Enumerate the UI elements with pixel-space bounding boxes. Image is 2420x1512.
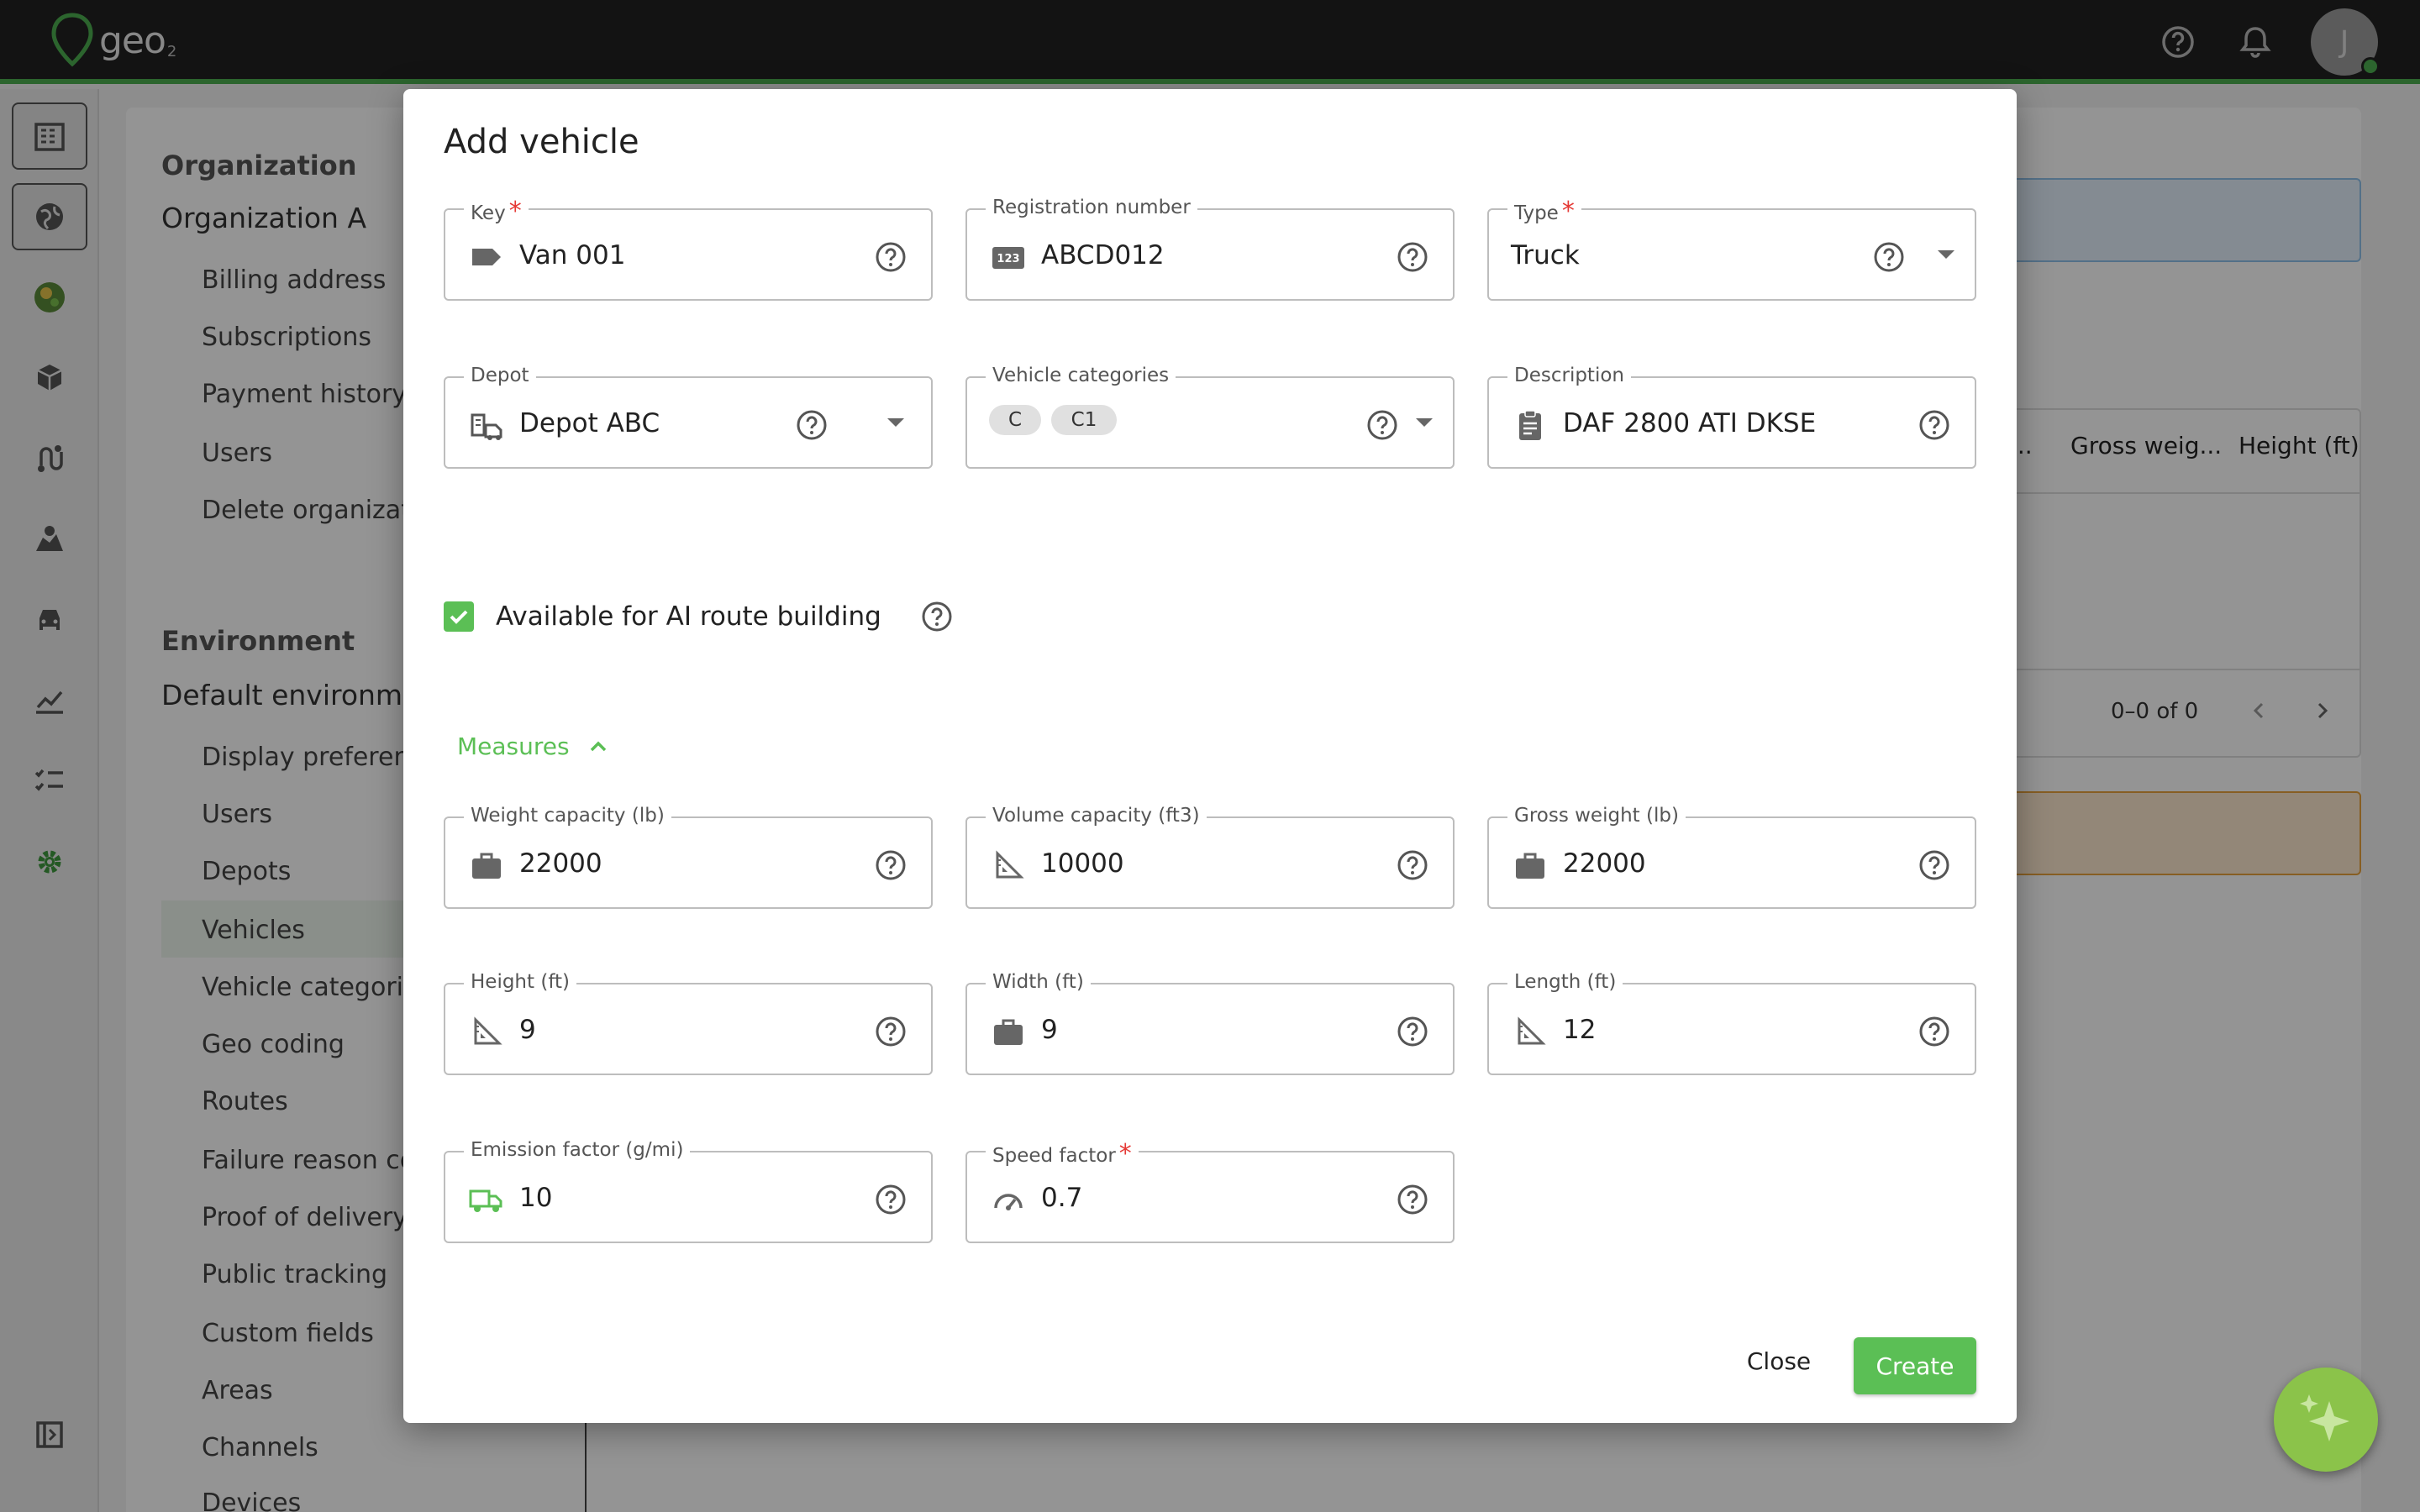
emission-factor-value: 10 (519, 1183, 553, 1213)
ai-route-building-row: Available for AI route building (444, 600, 954, 633)
warehouse-truck-icon (471, 413, 502, 440)
help-icon[interactable] (1918, 848, 1951, 882)
weight-capacity-label: Weight capacity (lb) (464, 805, 671, 827)
description-value: DAF 2800 ATI DKSE (1563, 408, 1817, 438)
registration-number-field[interactable]: Registration number 123 ABCD012 (965, 197, 1455, 301)
checkmark-icon (450, 610, 468, 624)
width-value: 9 (1041, 1015, 1058, 1045)
help-icon[interactable] (874, 848, 908, 882)
help-icon[interactable] (1918, 408, 1951, 442)
key-value: Van 001 (519, 240, 626, 270)
speedometer-icon (994, 1194, 1023, 1210)
briefcase-icon (472, 853, 501, 879)
weight-capacity-value: 22000 (519, 848, 602, 879)
svg-text:123: 123 (997, 253, 1019, 265)
weight-capacity-field[interactable]: Weight capacity (lb) 22000 (444, 805, 933, 909)
close-button[interactable]: Close (1739, 1337, 1818, 1384)
help-icon[interactable] (920, 600, 954, 633)
width-label: Width (ft) (986, 971, 1091, 993)
speed-factor-label: Speed factor * (986, 1139, 1139, 1168)
key-label: Key * (464, 197, 529, 226)
registration-number-label: Registration number (986, 197, 1197, 218)
chevron-up-icon (590, 741, 606, 751)
briefcase-icon (994, 1019, 1023, 1045)
depot-label: Depot (464, 365, 536, 386)
ai-route-building-label[interactable]: Available for AI route building (496, 601, 881, 632)
required-asterisk: * (508, 197, 522, 226)
vehicle-categories-label: Vehicle categories (986, 365, 1176, 386)
dropdown-arrow-icon[interactable] (887, 418, 904, 427)
type-value: Truck (1511, 240, 1580, 270)
category-chip-c1[interactable]: C1 (1051, 405, 1117, 435)
speed-factor-value: 0.7 (1041, 1183, 1083, 1213)
sparkle-icon (2300, 1394, 2349, 1441)
briefcase-icon (1516, 853, 1544, 879)
help-icon[interactable] (874, 1015, 908, 1048)
key-field[interactable]: Key * Van 001 (444, 197, 933, 301)
gross-weight-label: Gross weight (lb) (1507, 805, 1686, 827)
height-label: Height (ft) (464, 971, 576, 993)
help-icon[interactable] (795, 408, 829, 442)
measures-label: Measures (457, 732, 570, 760)
description-label: Description (1507, 365, 1631, 386)
depot-select[interactable]: Depot Depot ABC (444, 365, 933, 469)
depot-value: Depot ABC (519, 408, 660, 438)
required-asterisk: * (1561, 197, 1575, 226)
type-select[interactable]: Type * Truck (1487, 197, 1976, 301)
clipboard-icon (1519, 410, 1541, 440)
type-label: Type * (1507, 197, 1581, 226)
registration-number-value: ABCD012 (1041, 240, 1165, 270)
numbers-123-icon: 123 (992, 247, 1024, 269)
height-field[interactable]: Height (ft) 9 (444, 971, 933, 1075)
volume-capacity-field[interactable]: Volume capacity (ft3) 10000 (965, 805, 1455, 909)
dropdown-arrow-icon[interactable] (1938, 250, 1954, 259)
create-button[interactable]: Create (1854, 1337, 1976, 1394)
height-value: 9 (519, 1015, 536, 1045)
measures-toggle[interactable]: Measures (457, 732, 610, 760)
volume-capacity-value: 10000 (1041, 848, 1124, 879)
delivery-truck-icon (469, 1189, 502, 1212)
length-label: Length (ft) (1507, 971, 1623, 993)
help-icon[interactable] (874, 1183, 908, 1216)
dialog-title: Add vehicle (444, 123, 639, 161)
help-icon[interactable] (1396, 1015, 1429, 1048)
gross-weight-value: 22000 (1563, 848, 1646, 879)
set-square-ruler-icon (1518, 1016, 1546, 1045)
emission-factor-label: Emission factor (g/mi) (464, 1139, 691, 1161)
help-icon[interactable] (874, 240, 908, 274)
dropdown-arrow-icon[interactable] (1416, 418, 1433, 427)
required-asterisk: * (1118, 1139, 1132, 1168)
speed-factor-field[interactable]: Speed factor * 0.7 (965, 1139, 1455, 1243)
set-square-ruler-icon (996, 850, 1024, 879)
description-field[interactable]: Description DAF 2800 ATI DKSE (1487, 365, 1976, 469)
add-vehicle-dialog: Add vehicle Key * Van 001 Registration nu… (403, 89, 2017, 1423)
vehicle-categories-select[interactable]: Vehicle categories C C1 (965, 365, 1455, 469)
emission-factor-field[interactable]: Emission factor (g/mi) 10 (444, 1139, 933, 1243)
ai-route-building-checkbox[interactable] (444, 601, 474, 632)
length-value: 12 (1563, 1015, 1597, 1045)
length-field[interactable]: Length (ft) 12 (1487, 971, 1976, 1075)
volume-capacity-label: Volume capacity (ft3) (986, 805, 1207, 827)
category-chip-c[interactable]: C (989, 405, 1041, 435)
width-field[interactable]: Width (ft) 9 (965, 971, 1455, 1075)
help-icon[interactable] (1396, 848, 1429, 882)
label-tag-icon (472, 249, 501, 265)
help-icon[interactable] (1396, 240, 1429, 274)
ai-assistant-button[interactable] (2274, 1368, 2378, 1472)
help-icon[interactable] (1918, 1015, 1951, 1048)
set-square-ruler-icon (474, 1016, 502, 1045)
help-icon[interactable] (1396, 1183, 1429, 1216)
help-icon[interactable] (1872, 240, 1906, 274)
gross-weight-field[interactable]: Gross weight (lb) 22000 (1487, 805, 1976, 909)
help-icon[interactable] (1365, 408, 1399, 442)
